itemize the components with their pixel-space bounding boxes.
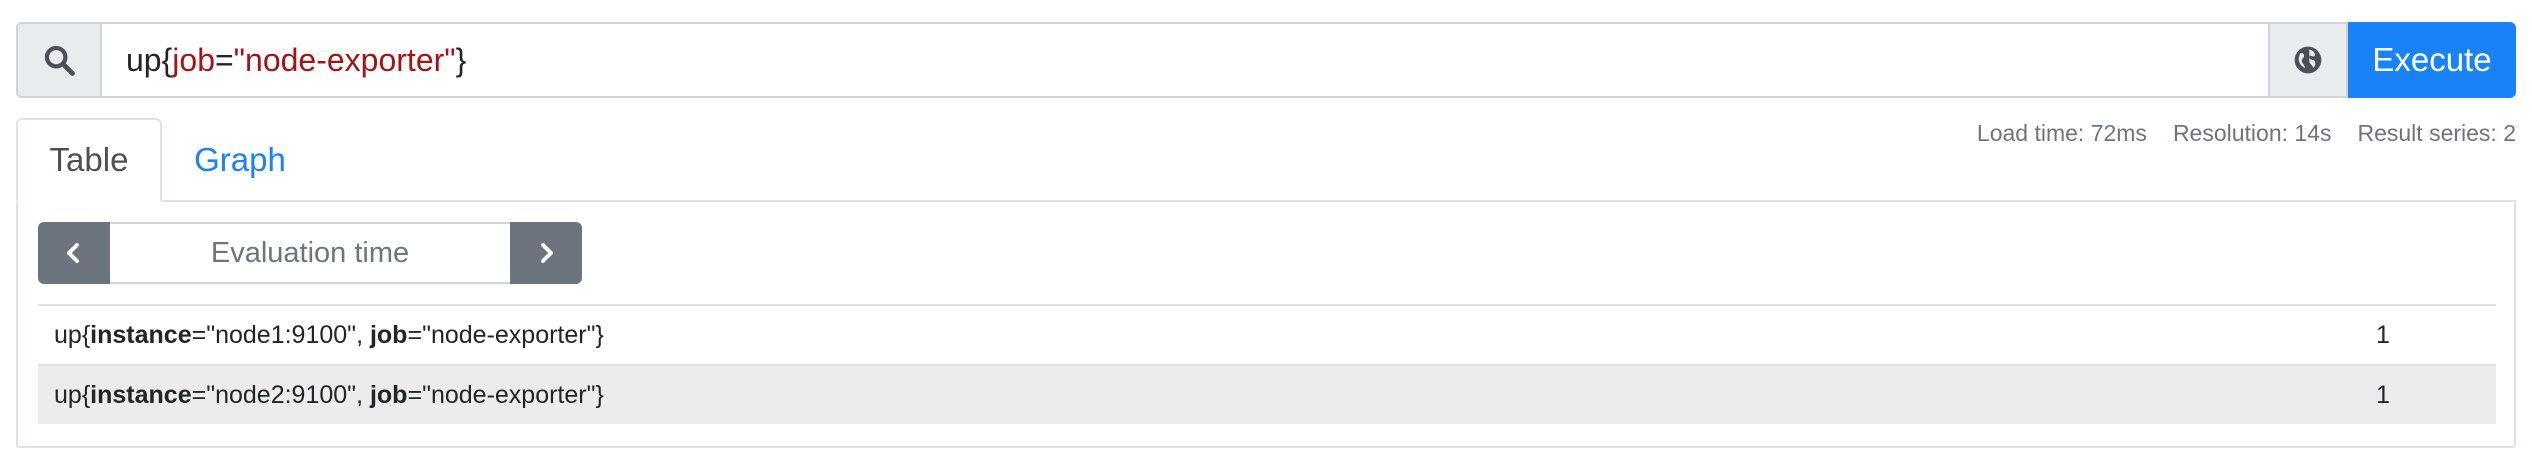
query-label-name: job (172, 41, 215, 78)
resolution: Resolution: 14s (2172, 120, 2332, 146)
table-row: up{instance="node2:9100", job="node-expo… (38, 364, 2496, 424)
query-input[interactable]: up{job = "node-exporter"} (100, 22, 2268, 98)
series-value: 1 (2376, 380, 2390, 409)
load-time: Load time: 72ms (1976, 120, 2147, 146)
view-tabs: Table Graph (16, 118, 318, 202)
search-addon (16, 22, 100, 98)
query-close-brace: } (455, 41, 467, 78)
execute-button[interactable]: Execute (2348, 22, 2516, 98)
series-name: up{instance="node2:9100", job="node-expo… (54, 380, 604, 409)
next-time-button[interactable] (510, 222, 582, 284)
evaluation-time-group: Evaluation time (38, 222, 582, 284)
query-metric: up (126, 41, 162, 78)
results-table: up{instance="node1:9100", job="node-expo… (38, 304, 2496, 424)
table-row: up{instance="node1:9100", job="node-expo… (38, 304, 2496, 364)
tab-table[interactable]: Table (16, 118, 162, 202)
prev-time-button[interactable] (38, 222, 110, 284)
chevron-left-icon (67, 243, 79, 263)
query-open-brace: { (161, 41, 173, 78)
tab-graph[interactable]: Graph (162, 118, 318, 202)
query-stats: Load time: 72ms Resolution: 14s Result s… (1977, 120, 2516, 147)
globe-icon (2294, 46, 2322, 74)
result-series: Result series: 2 (2357, 120, 2516, 146)
table-panel: Evaluation time up{instance="node1:9100"… (16, 200, 2516, 448)
query-equals: = (214, 41, 234, 78)
query-label-value: "node-exporter" (233, 41, 456, 78)
chevron-right-icon (541, 243, 553, 263)
explain-button[interactable] (2268, 22, 2348, 98)
series-value: 1 (2376, 320, 2390, 349)
search-icon (44, 45, 75, 76)
evaluation-time-input[interactable]: Evaluation time (110, 222, 510, 284)
series-name: up{instance="node1:9100", job="node-expo… (54, 320, 604, 349)
query-bar: up{job = "node-exporter"} Execute (16, 22, 2516, 98)
